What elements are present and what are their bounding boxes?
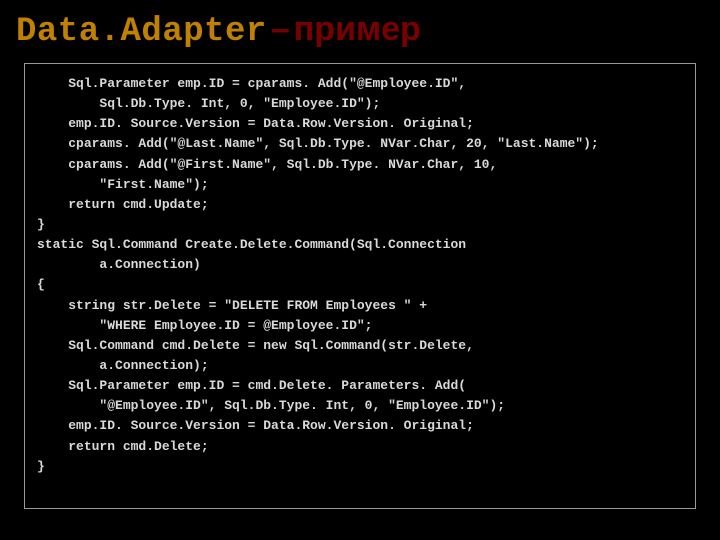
code-container: Sql.Parameter emp.ID = cparams. Add("@Em… [24,63,696,509]
title-suffix: пример [294,10,421,48]
code-block: Sql.Parameter emp.ID = cparams. Add("@Em… [37,74,683,477]
title-class: Data.Adapter [16,13,267,51]
slide-root: Data.Adapter – пример Sql.Parameter emp.… [0,0,720,540]
slide-title: Data.Adapter – пример [0,0,720,57]
title-dash: – [271,10,290,48]
